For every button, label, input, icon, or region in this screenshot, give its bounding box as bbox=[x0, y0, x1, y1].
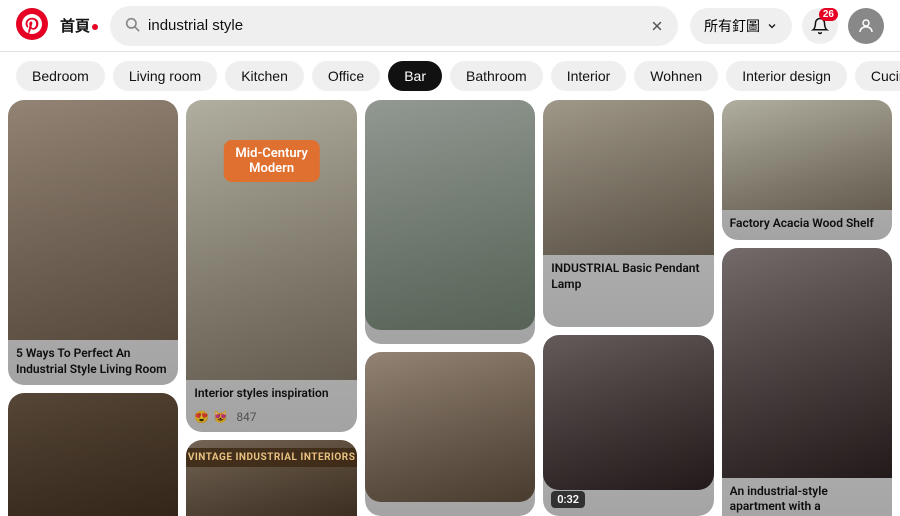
pin-card[interactable]: An industrial-style apartment with a mon… bbox=[722, 248, 892, 516]
clear-search-button[interactable] bbox=[650, 19, 664, 33]
pin-card[interactable]: 0:32 bbox=[543, 335, 713, 516]
search-icon bbox=[124, 16, 140, 36]
pin-title: Factory Acacia Wood Shelf bbox=[722, 210, 892, 240]
pin-image bbox=[8, 393, 178, 516]
logo[interactable] bbox=[16, 8, 48, 44]
tag-interior-design[interactable]: Interior design bbox=[726, 61, 847, 91]
tag-kitchen[interactable]: Kitchen bbox=[225, 61, 304, 91]
tag-interior[interactable]: Interior bbox=[551, 61, 627, 91]
pin-card[interactable] bbox=[365, 352, 535, 516]
pin-card[interactable]: 5 Ways To Perfect An Industrial Style Li… bbox=[8, 100, 178, 385]
notification-button[interactable]: 26 bbox=[802, 8, 838, 44]
grid-area: 5 Ways To Perfect An Industrial Style Li… bbox=[0, 100, 900, 516]
tag-living-room[interactable]: Living room bbox=[113, 61, 217, 91]
tag-bedroom[interactable]: Bedroom bbox=[16, 61, 105, 91]
pin-card[interactable] bbox=[365, 100, 535, 344]
grid-column-1: 5 Ways To Perfect An Industrial Style Li… bbox=[8, 100, 178, 516]
avatar-button[interactable] bbox=[848, 8, 884, 44]
tag-row: Bedroom Living room Kitchen Office Bar Bathro… bbox=[0, 52, 900, 100]
vintage-badge-overlay: VINTAGE INDUSTRIAL INTERIORS bbox=[186, 448, 356, 467]
pin-title: Interior styles inspiration bbox=[186, 380, 356, 410]
grid-column-2: Mid-CenturyModern Interior styles inspira… bbox=[186, 100, 356, 516]
tag-bathroom[interactable]: Bathroom bbox=[450, 61, 543, 91]
pin-image bbox=[365, 352, 535, 502]
video-duration-badge: 0:32 bbox=[551, 491, 585, 508]
filter-dropdown-button[interactable]: 所有釘圖 bbox=[690, 8, 792, 44]
pin-image bbox=[543, 100, 713, 255]
grid-column-4: INDUSTRIAL Basic Pendant Lamp 0:32 bbox=[543, 100, 713, 516]
pin-reactions: 😍😻847 bbox=[186, 410, 356, 432]
pin-card[interactable]: VINTAGE INDUSTRIAL INTERIORS bbox=[186, 440, 356, 516]
header-right: 所有釘圖 26 bbox=[690, 8, 884, 44]
pin-card[interactable]: INDUSTRIAL Basic Pendant Lamp bbox=[543, 100, 713, 327]
search-input[interactable] bbox=[148, 17, 642, 34]
tag-cucine[interactable]: Cucine bbox=[855, 61, 900, 91]
pin-image bbox=[8, 100, 178, 340]
home-nav-link[interactable]: 首頁 bbox=[60, 15, 98, 36]
grid-column-5: Factory Acacia Wood Shelf An industrial-s… bbox=[722, 100, 892, 516]
pin-card[interactable] bbox=[8, 393, 178, 516]
pin-image bbox=[722, 248, 892, 478]
header: 首頁 所有釘圖 26 bbox=[0, 0, 900, 52]
grid-column-3 bbox=[365, 100, 535, 516]
tag-office[interactable]: Office bbox=[312, 61, 380, 91]
pin-title: INDUSTRIAL Basic Pendant Lamp bbox=[543, 255, 713, 300]
pin-image bbox=[365, 100, 535, 330]
pin-image bbox=[722, 100, 892, 210]
search-bar bbox=[110, 6, 678, 46]
tag-wohnen[interactable]: Wohnen bbox=[634, 61, 718, 91]
tag-bar[interactable]: Bar bbox=[388, 61, 442, 91]
pin-image bbox=[543, 335, 713, 490]
pin-card[interactable]: Mid-CenturyModern Interior styles inspira… bbox=[186, 100, 356, 432]
pin-title: 5 Ways To Perfect An Industrial Style Li… bbox=[8, 340, 178, 385]
notification-badge: 26 bbox=[819, 8, 838, 21]
pin-title: An industrial-style apartment with a mon… bbox=[722, 478, 892, 516]
pin-card[interactable]: Factory Acacia Wood Shelf bbox=[722, 100, 892, 240]
style-badge-overlay: Mid-CenturyModern bbox=[223, 140, 319, 182]
